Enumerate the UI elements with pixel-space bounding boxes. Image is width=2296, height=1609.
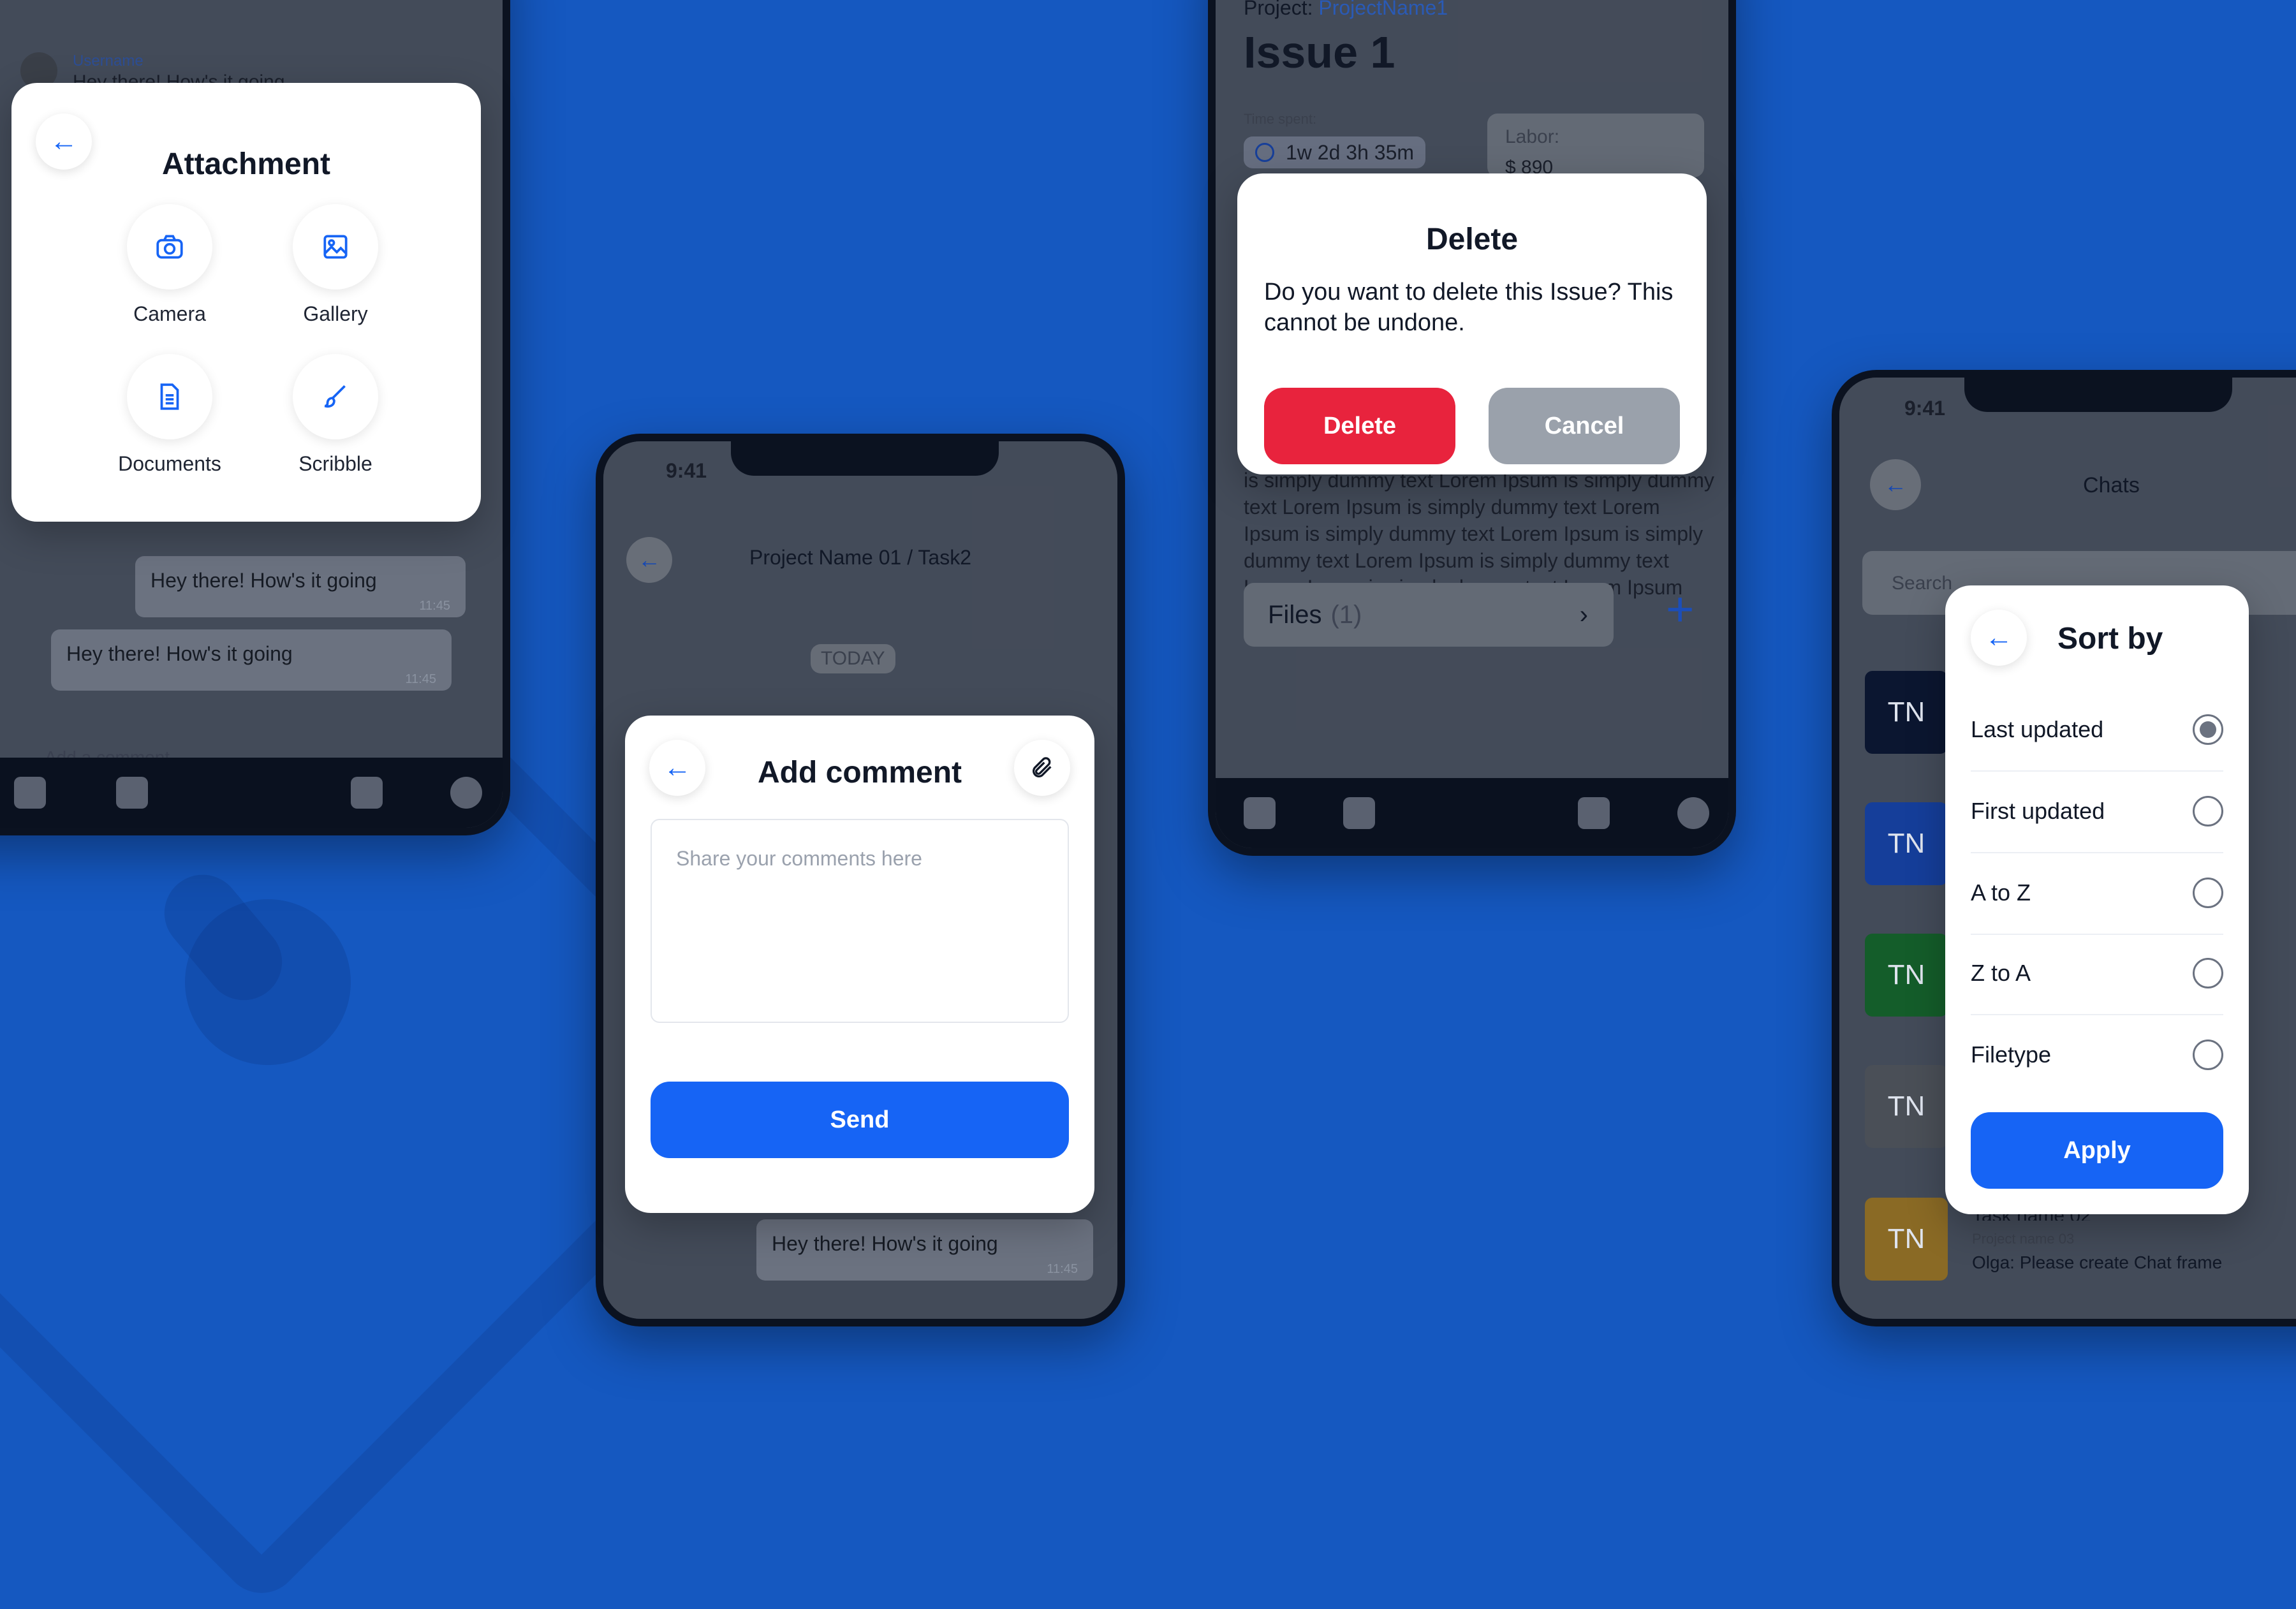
sort-option-label: Last updated [1971,716,2104,742]
delete-dialog: Delete Do you want to delete this Issue?… [1237,173,1707,474]
calendar-icon[interactable] [351,777,383,809]
chat-message: Hey there! How's it going 11:45 [51,629,452,691]
attach-button[interactable] [1014,740,1070,796]
avatar: TN [1865,934,1948,1017]
send-button[interactable]: Send [651,1082,1069,1158]
sort-option-a-to-z[interactable]: A to Z [1971,852,2223,935]
apply-button[interactable]: Apply [1971,1112,2223,1189]
status-bar: 9:41 [1839,378,2296,435]
add-comment-sheet: ← Add comment Share your comments here S… [625,716,1094,1213]
avatar: TN [1865,1065,1948,1148]
message-time: 11:45 [419,599,450,613]
background-decoration [185,899,351,1065]
attachment-option-label: Scribble [298,452,372,475]
attachment-option-label: Gallery [303,302,368,325]
sort-option-z-to-a[interactable]: Z to A [1971,932,2223,1015]
bell-icon[interactable] [450,777,482,809]
status-time: 9:41 [666,459,707,482]
sort-option-label: Z to A [1971,960,2031,986]
bell-icon[interactable] [1677,797,1709,829]
message-text: Hey there! How's it going [66,642,293,665]
files-row[interactable]: Files (1) › [1244,583,1614,647]
delete-button[interactable]: Delete [1264,388,1455,464]
labor-card: Labor: $ 890 [1487,114,1704,177]
message-time: 11:45 [1047,1262,1078,1276]
message-text: Hey there! How's it going [772,1232,998,1255]
document-icon[interactable] [116,777,148,809]
radio-button[interactable] [2193,878,2223,908]
project-prefix: Project: [1244,0,1313,19]
attachment-option-label: Documents [118,452,221,475]
sort-option-label: A to Z [1971,879,2031,906]
message-text: Hey there! How's it going [151,569,377,592]
date-chip: TODAY [811,644,895,673]
issue-title: Issue 1 [1244,27,1395,77]
document-icon[interactable] [1343,797,1375,829]
radio-button[interactable] [2193,958,2223,988]
attachment-title: Attachment [161,147,331,181]
radio-button[interactable] [2193,1040,2223,1070]
search-placeholder: Search [1892,573,1953,594]
avatar: TN [1865,802,1948,885]
chat-last-message: Olga: Please create Chat frame [1972,1253,2223,1272]
attachment-option-documents[interactable]: Documents [112,354,227,476]
sort-option-first-updated[interactable]: First updated [1971,770,2223,853]
sort-title: Sort by [2057,622,2163,656]
chevron-right-icon: › [1579,600,1588,629]
header-title: Chats [2083,473,2140,497]
delete-dialog-title: Delete [1425,223,1519,256]
attachment-option-camera[interactable]: Camera [112,204,227,326]
project-link[interactable]: ProjectName1 [1318,0,1448,19]
avatar: TN [1865,1198,1948,1281]
header-title: Project Name 01 / Task2 [749,546,971,569]
username-label: Username [73,52,144,70]
home-icon[interactable] [1244,797,1276,829]
time-spent-value: 1w 2d 3h 35m [1286,140,1415,164]
message-time: 11:45 [405,672,436,686]
files-label: Files [1268,600,1322,629]
document-icon [127,354,212,439]
attachment-option-gallery[interactable]: Gallery [278,204,393,326]
avatar: TN [1865,671,1948,754]
delete-dialog-message: Do you want to delete this Issue? This c… [1264,279,1674,336]
sort-option-label: Filetype [1971,1041,2052,1068]
files-count: (1) [1330,600,1362,629]
chat-project-name: Project name 03 [1972,1231,2075,1247]
image-icon [293,204,378,290]
bottom-tab-bar [1216,778,1728,848]
sort-sheet: ← Sort by Last updated First updated A t… [1945,585,2249,1214]
time-spent-label: Time spent: [1244,111,1317,127]
sort-option-filetype[interactable]: Filetype [1971,1014,2223,1096]
labor-label: Labor: [1505,126,1560,147]
home-icon[interactable] [14,777,46,809]
bottom-tab-bar [0,758,503,828]
comment-placeholder: Share your comments here [676,847,922,870]
comment-textarea[interactable]: Share your comments here [651,819,1069,1023]
radio-button[interactable] [2193,796,2223,827]
paperclip-icon [1033,757,1052,777]
attachment-sheet: ← Attachment Camera Gallery Documents Sc… [11,83,481,522]
brush-icon [293,354,378,439]
calendar-icon[interactable] [1578,797,1610,829]
timer-icon [1255,143,1274,162]
radio-button[interactable] [2193,714,2223,745]
attachment-option-label: Camera [133,302,206,325]
back-button[interactable]: ← [1971,610,2027,666]
add-file-button[interactable]: + [1666,582,1694,637]
cancel-button[interactable]: Cancel [1489,388,1680,464]
time-spent-chip: 1w 2d 3h 35m [1244,136,1426,168]
status-bar: 9:41 [603,441,1117,499]
camera-icon [127,204,212,290]
attachment-option-scribble[interactable]: Scribble [278,354,393,476]
sort-option-label: First updated [1971,798,2105,824]
project-label: Project: ProjectName1 [1244,0,1448,20]
chat-message: Hey there! How's it going 11:45 [135,556,466,617]
chat-message: Hey there! How's it going 11:45 [756,1219,1093,1281]
sort-option-last-updated[interactable]: Last updated [1971,689,2223,772]
status-time: 9:41 [1904,397,1946,420]
back-button[interactable]: ← [1870,459,1921,510]
